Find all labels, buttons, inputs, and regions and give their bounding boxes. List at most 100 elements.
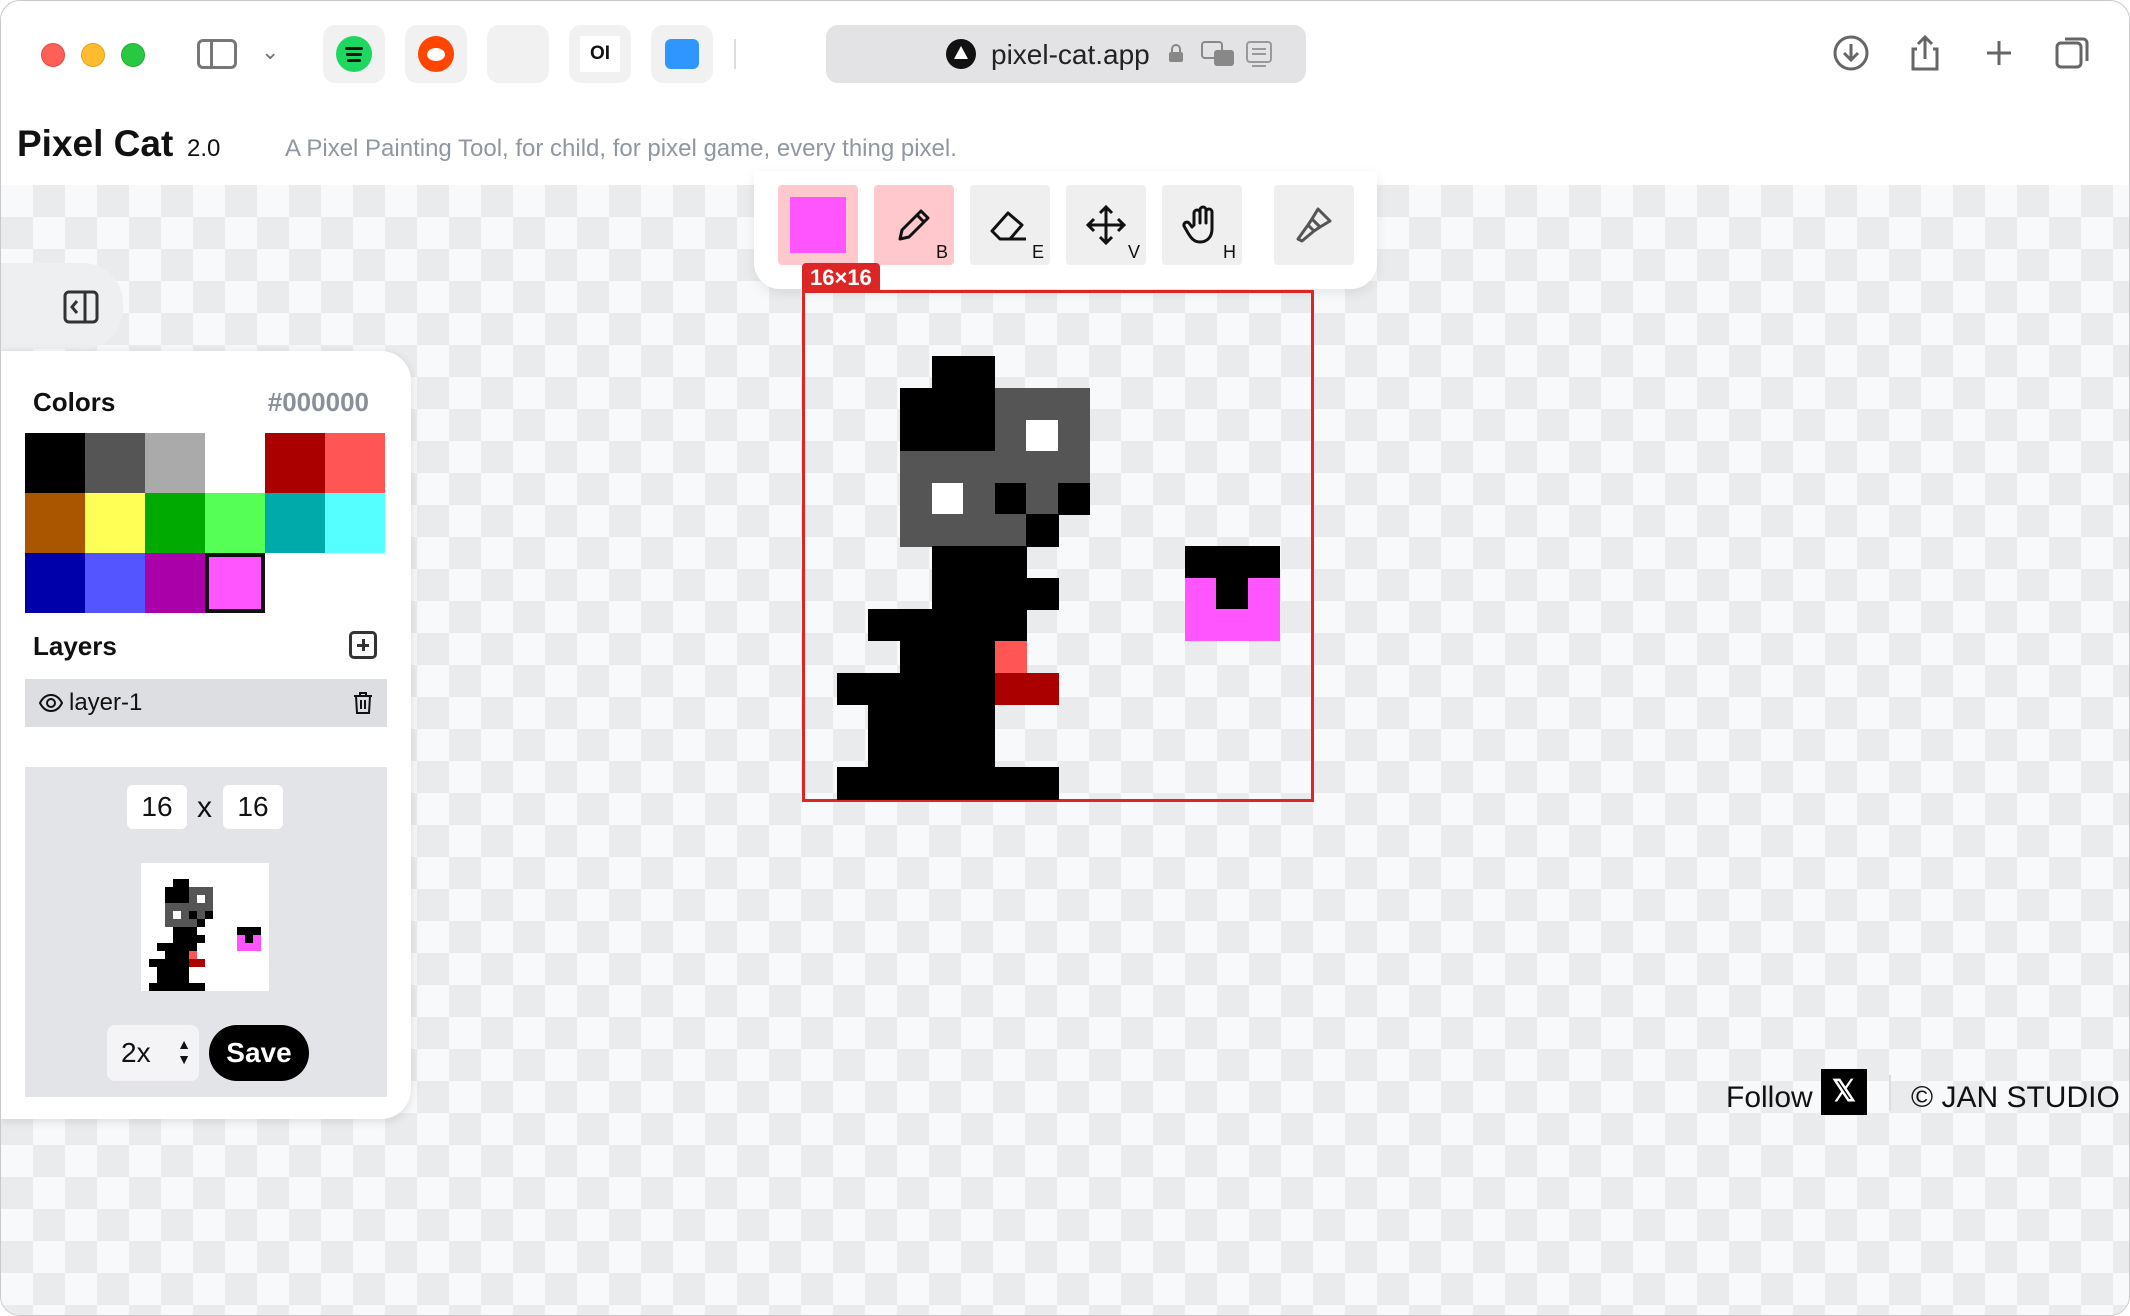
reader-icon[interactable]	[1246, 41, 1272, 67]
pixel	[994, 767, 1027, 800]
eye-icon[interactable]	[39, 693, 63, 713]
preview-pixel	[189, 903, 197, 911]
preview-pixel	[173, 895, 181, 903]
pixel	[899, 767, 932, 800]
height-input[interactable]: 16	[223, 785, 283, 829]
current-color-hex: #000000	[267, 387, 369, 417]
palette-color-swatch[interactable]	[205, 493, 265, 553]
x-social-icon[interactable]: 𝕏	[1821, 1069, 1867, 1115]
trash-icon[interactable]	[353, 691, 373, 715]
palette-color-swatch[interactable]	[145, 553, 205, 613]
zoom-window-button[interactable]	[121, 43, 145, 67]
download-icon[interactable]	[1831, 33, 1871, 73]
tab-separator	[734, 39, 736, 69]
current-color-button[interactable]	[778, 185, 858, 265]
preview-pixel	[181, 935, 189, 943]
new-tab-icon[interactable]	[1979, 33, 2019, 73]
pixel	[868, 735, 901, 768]
preview-pixel	[181, 951, 189, 959]
pixel	[1058, 387, 1091, 420]
preview-pixel	[189, 935, 197, 943]
palette-color-swatch[interactable]	[325, 433, 385, 493]
palette-color-swatch[interactable]	[325, 493, 385, 553]
favorite-apple[interactable]	[487, 25, 549, 83]
palette-color-swatch[interactable]	[25, 553, 85, 613]
eraser-hotkey: E	[1031, 242, 1044, 262]
favorite-spotify[interactable]	[323, 25, 385, 83]
brush-tool-button[interactable]	[1274, 185, 1354, 265]
preview-pixel	[173, 983, 181, 991]
favorite-chat[interactable]	[651, 25, 713, 83]
preview-pixel	[189, 943, 197, 951]
palette-color-swatch[interactable]	[25, 433, 85, 493]
preview-pixel	[165, 919, 173, 927]
pixel	[1247, 546, 1280, 579]
address-bar[interactable]: pixel-cat.app	[826, 25, 1306, 83]
translate-icon[interactable]	[1201, 41, 1235, 67]
palette-color-swatch[interactable]	[85, 433, 145, 493]
layer-item[interactable]: layer-1	[25, 679, 387, 727]
close-window-button[interactable]	[41, 43, 65, 67]
preview-pixel	[197, 895, 205, 903]
pixel	[1058, 451, 1091, 484]
preview-pixel	[165, 967, 173, 975]
preview-pixel	[173, 903, 181, 911]
pixel	[931, 482, 964, 515]
minimize-window-button[interactable]	[81, 43, 105, 67]
pixel	[963, 546, 996, 579]
width-input[interactable]: 16	[127, 785, 187, 829]
pixel	[931, 767, 964, 800]
preview-pixel	[165, 959, 173, 967]
preview-pixel	[165, 895, 173, 903]
pixel-canvas[interactable]	[802, 290, 1314, 802]
panel-collapse-button[interactable]	[1, 263, 123, 349]
share-icon[interactable]	[1905, 33, 1945, 73]
palette-color-swatch[interactable]	[205, 433, 265, 493]
scale-select[interactable]: 2x ▲ ▼	[107, 1025, 199, 1081]
spotify-icon	[336, 36, 372, 72]
preview-pixel	[173, 887, 181, 895]
chevron-down-icon[interactable]: ⌄	[261, 39, 279, 65]
favorite-reddit[interactable]	[405, 25, 467, 83]
pixel	[899, 387, 932, 420]
pixel	[994, 609, 1027, 642]
preview-pixel	[197, 959, 205, 967]
pixel	[931, 640, 964, 673]
pixel	[836, 767, 869, 800]
pixel	[963, 356, 996, 389]
sidebar-toggle-icon[interactable]	[197, 39, 237, 69]
hand-tool-button[interactable]: H	[1162, 185, 1242, 265]
eraser-tool-button[interactable]: E	[970, 185, 1050, 265]
pixel	[836, 672, 869, 705]
preview-pixel	[181, 895, 189, 903]
palette-color-swatch[interactable]	[265, 433, 325, 493]
pixel	[1216, 609, 1249, 642]
preview-pixel	[165, 943, 173, 951]
palette-color-swatch[interactable]	[85, 493, 145, 553]
pixel	[899, 514, 932, 547]
add-layer-icon[interactable]	[349, 631, 377, 659]
palette-color-swatch[interactable]	[25, 493, 85, 553]
pixel	[994, 387, 1027, 420]
pixel	[899, 482, 932, 515]
pixel	[963, 672, 996, 705]
preview-pixel	[237, 935, 245, 943]
favorite-oi[interactable]: OI	[569, 25, 631, 83]
export-box: 16 x 16 2x ▲ ▼ Save	[25, 767, 387, 1097]
palette-color-swatch[interactable]	[145, 433, 205, 493]
tab-overview-icon[interactable]	[2053, 33, 2093, 73]
move-tool-button[interactable]: V	[1066, 185, 1146, 265]
save-button[interactable]: Save	[209, 1025, 309, 1081]
pencil-tool-button[interactable]: B	[874, 185, 954, 265]
pencil-hotkey: B	[935, 242, 948, 262]
palette-color-swatch[interactable]	[85, 553, 145, 613]
pixel	[899, 672, 932, 705]
layers-title: Layers	[33, 631, 117, 661]
pixel-grid[interactable]	[805, 293, 1311, 800]
chat-icon	[665, 39, 699, 69]
preview-pixel	[157, 943, 165, 951]
palette-color-swatch[interactable]	[205, 553, 265, 613]
pixel	[963, 735, 996, 768]
palette-color-swatch[interactable]	[145, 493, 205, 553]
palette-color-swatch[interactable]	[265, 493, 325, 553]
